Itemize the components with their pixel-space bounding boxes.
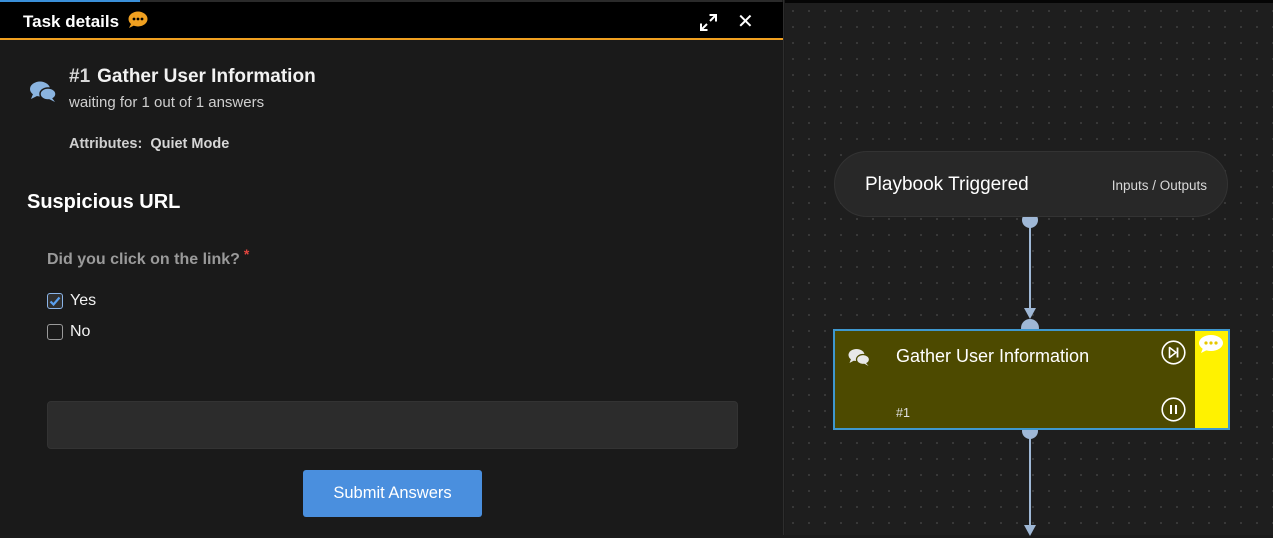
gather-user-information-node[interactable]: Gather User Information #1: [833, 329, 1230, 430]
trigger-node-title: Playbook Triggered: [865, 174, 1029, 195]
playbook-triggered-node[interactable]: Playbook Triggered Inputs / Outputs: [834, 151, 1228, 217]
task-name: Gather User Information: [97, 66, 316, 87]
playbook-edges: [1021, 212, 1039, 536]
question-label: Did you click on the link? *: [47, 246, 249, 269]
comment-bubble-icon[interactable]: [1198, 334, 1224, 355]
task-status-flag: [1195, 331, 1228, 428]
yes-label: Yes: [70, 292, 97, 309]
task-node-number: #1: [896, 406, 910, 420]
chat-bubble-icon[interactable]: [128, 11, 148, 29]
question-text: Did you click on the link?: [47, 251, 240, 268]
task-node-title: Gather User Information: [896, 346, 1090, 366]
close-icon[interactable]: ✕: [737, 12, 754, 32]
task-number: #1: [69, 66, 91, 87]
option-yes[interactable]: Yes: [47, 292, 107, 312]
inputs-outputs-link[interactable]: Inputs / Outputs: [1112, 178, 1207, 193]
form-section-title: Suspicious URL: [27, 191, 181, 213]
playbook-canvas[interactable]: Playbook Triggered Inputs / Outputs Gath…: [785, 0, 1273, 536]
required-marker: *: [243, 246, 250, 262]
option-no[interactable]: No: [47, 323, 107, 343]
answer-input[interactable]: [47, 401, 738, 449]
panel-header: Task details ✕: [0, 2, 783, 40]
task-status: waiting for 1 out of 1 answers: [69, 94, 265, 111]
no-checkbox[interactable]: [47, 324, 63, 340]
task-details-panel: Task details ✕ #1 Gather User Information…: [0, 0, 784, 535]
task-chat-icon: [30, 81, 57, 102]
attributes-label: Attributes:: [69, 136, 143, 152]
task-heading: #1 Gather User Information: [69, 66, 316, 88]
attributes-row: Attributes: Quiet Mode: [69, 136, 229, 152]
attributes-value: Quiet Mode: [150, 136, 230, 152]
expand-icon[interactable]: [700, 14, 717, 31]
panel-title: Task details: [23, 12, 120, 31]
skip-icon[interactable]: [1161, 340, 1186, 365]
submit-answers-button[interactable]: Submit Answers: [303, 470, 482, 517]
yes-checkbox[interactable]: [47, 293, 63, 309]
task-chat-icon: [848, 349, 870, 366]
no-label: No: [70, 323, 91, 340]
pause-icon[interactable]: [1161, 397, 1186, 422]
